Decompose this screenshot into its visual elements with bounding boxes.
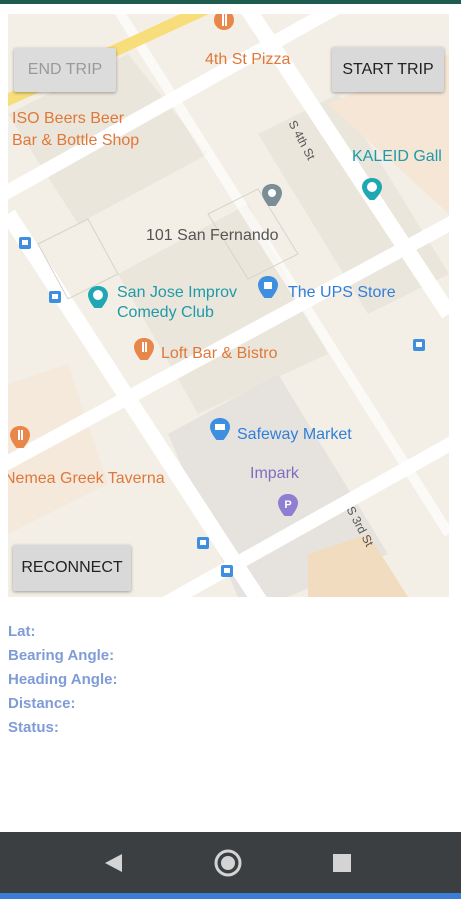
back-button[interactable] <box>83 832 143 893</box>
restaurant-pin-icon[interactable] <box>8 424 32 448</box>
poi-label-san-fernando[interactable]: 101 San Fernando <box>146 227 279 245</box>
restaurant-pin-icon[interactable] <box>212 14 236 32</box>
bearing-angle-label: Bearing Angle: <box>8 647 115 664</box>
poi-label-pizza[interactable]: 4th St Pizza <box>205 51 290 69</box>
distance-label: Distance: <box>8 695 76 712</box>
location-pin-icon[interactable] <box>260 182 284 206</box>
poi-label-improv-line1[interactable]: San Jose Improv <box>117 284 237 302</box>
shopping-cart-pin-icon[interactable] <box>208 416 232 440</box>
poi-label-beers-line1[interactable]: ISO Beers Beer <box>12 110 124 128</box>
poi-label-beers-line2[interactable]: Bar & Bottle Shop <box>12 132 139 150</box>
poi-label-kaleid[interactable]: KALEID Gall <box>352 148 442 166</box>
bus-stop-icon <box>413 339 425 351</box>
heading-angle-label: Heading Angle: <box>8 671 118 688</box>
parking-pin-icon[interactable]: P <box>276 492 300 516</box>
bottom-accent-line <box>0 893 461 899</box>
store-pin-icon[interactable] <box>256 274 280 298</box>
back-icon <box>105 853 122 872</box>
bus-stop-icon <box>197 537 209 549</box>
poi-label-loft[interactable]: Loft Bar & Bistro <box>161 345 278 363</box>
recents-button[interactable] <box>312 832 372 893</box>
home-icon <box>214 849 242 876</box>
map-view[interactable]: P 4th St Pizza ISO Beers Beer Bar & Bott… <box>8 14 449 597</box>
poi-label-ups[interactable]: The UPS Store <box>288 284 396 302</box>
svg-text:P: P <box>284 499 291 511</box>
recents-icon <box>333 853 351 872</box>
bus-stop-icon <box>49 291 61 303</box>
bus-stop-icon <box>19 237 31 249</box>
start-trip-button[interactable]: START TRIP <box>332 47 444 92</box>
map-background <box>8 14 449 597</box>
end-trip-button[interactable]: END TRIP <box>14 48 116 92</box>
lat-label: Lat: <box>8 623 36 640</box>
reconnect-button[interactable]: RECONNECT <box>13 545 131 591</box>
status-bar-strip <box>0 0 461 4</box>
home-button[interactable] <box>198 832 258 893</box>
art-gallery-pin-icon[interactable] <box>360 176 384 200</box>
poi-label-nemea[interactable]: Nemea Greek Taverna <box>8 470 165 488</box>
status-label: Status: <box>8 719 59 736</box>
poi-label-safeway[interactable]: Safeway Market <box>237 426 352 444</box>
system-nav-bar <box>0 832 461 893</box>
poi-label-impark[interactable]: Impark <box>250 465 299 483</box>
restaurant-pin-icon[interactable] <box>132 336 156 360</box>
bus-stop-icon <box>221 565 233 577</box>
theater-pin-icon[interactable] <box>86 284 110 308</box>
trip-info-panel: Lat: Bearing Angle: Heading Angle: Dista… <box>8 622 117 742</box>
poi-label-improv-line2[interactable]: Comedy Club <box>117 304 214 322</box>
